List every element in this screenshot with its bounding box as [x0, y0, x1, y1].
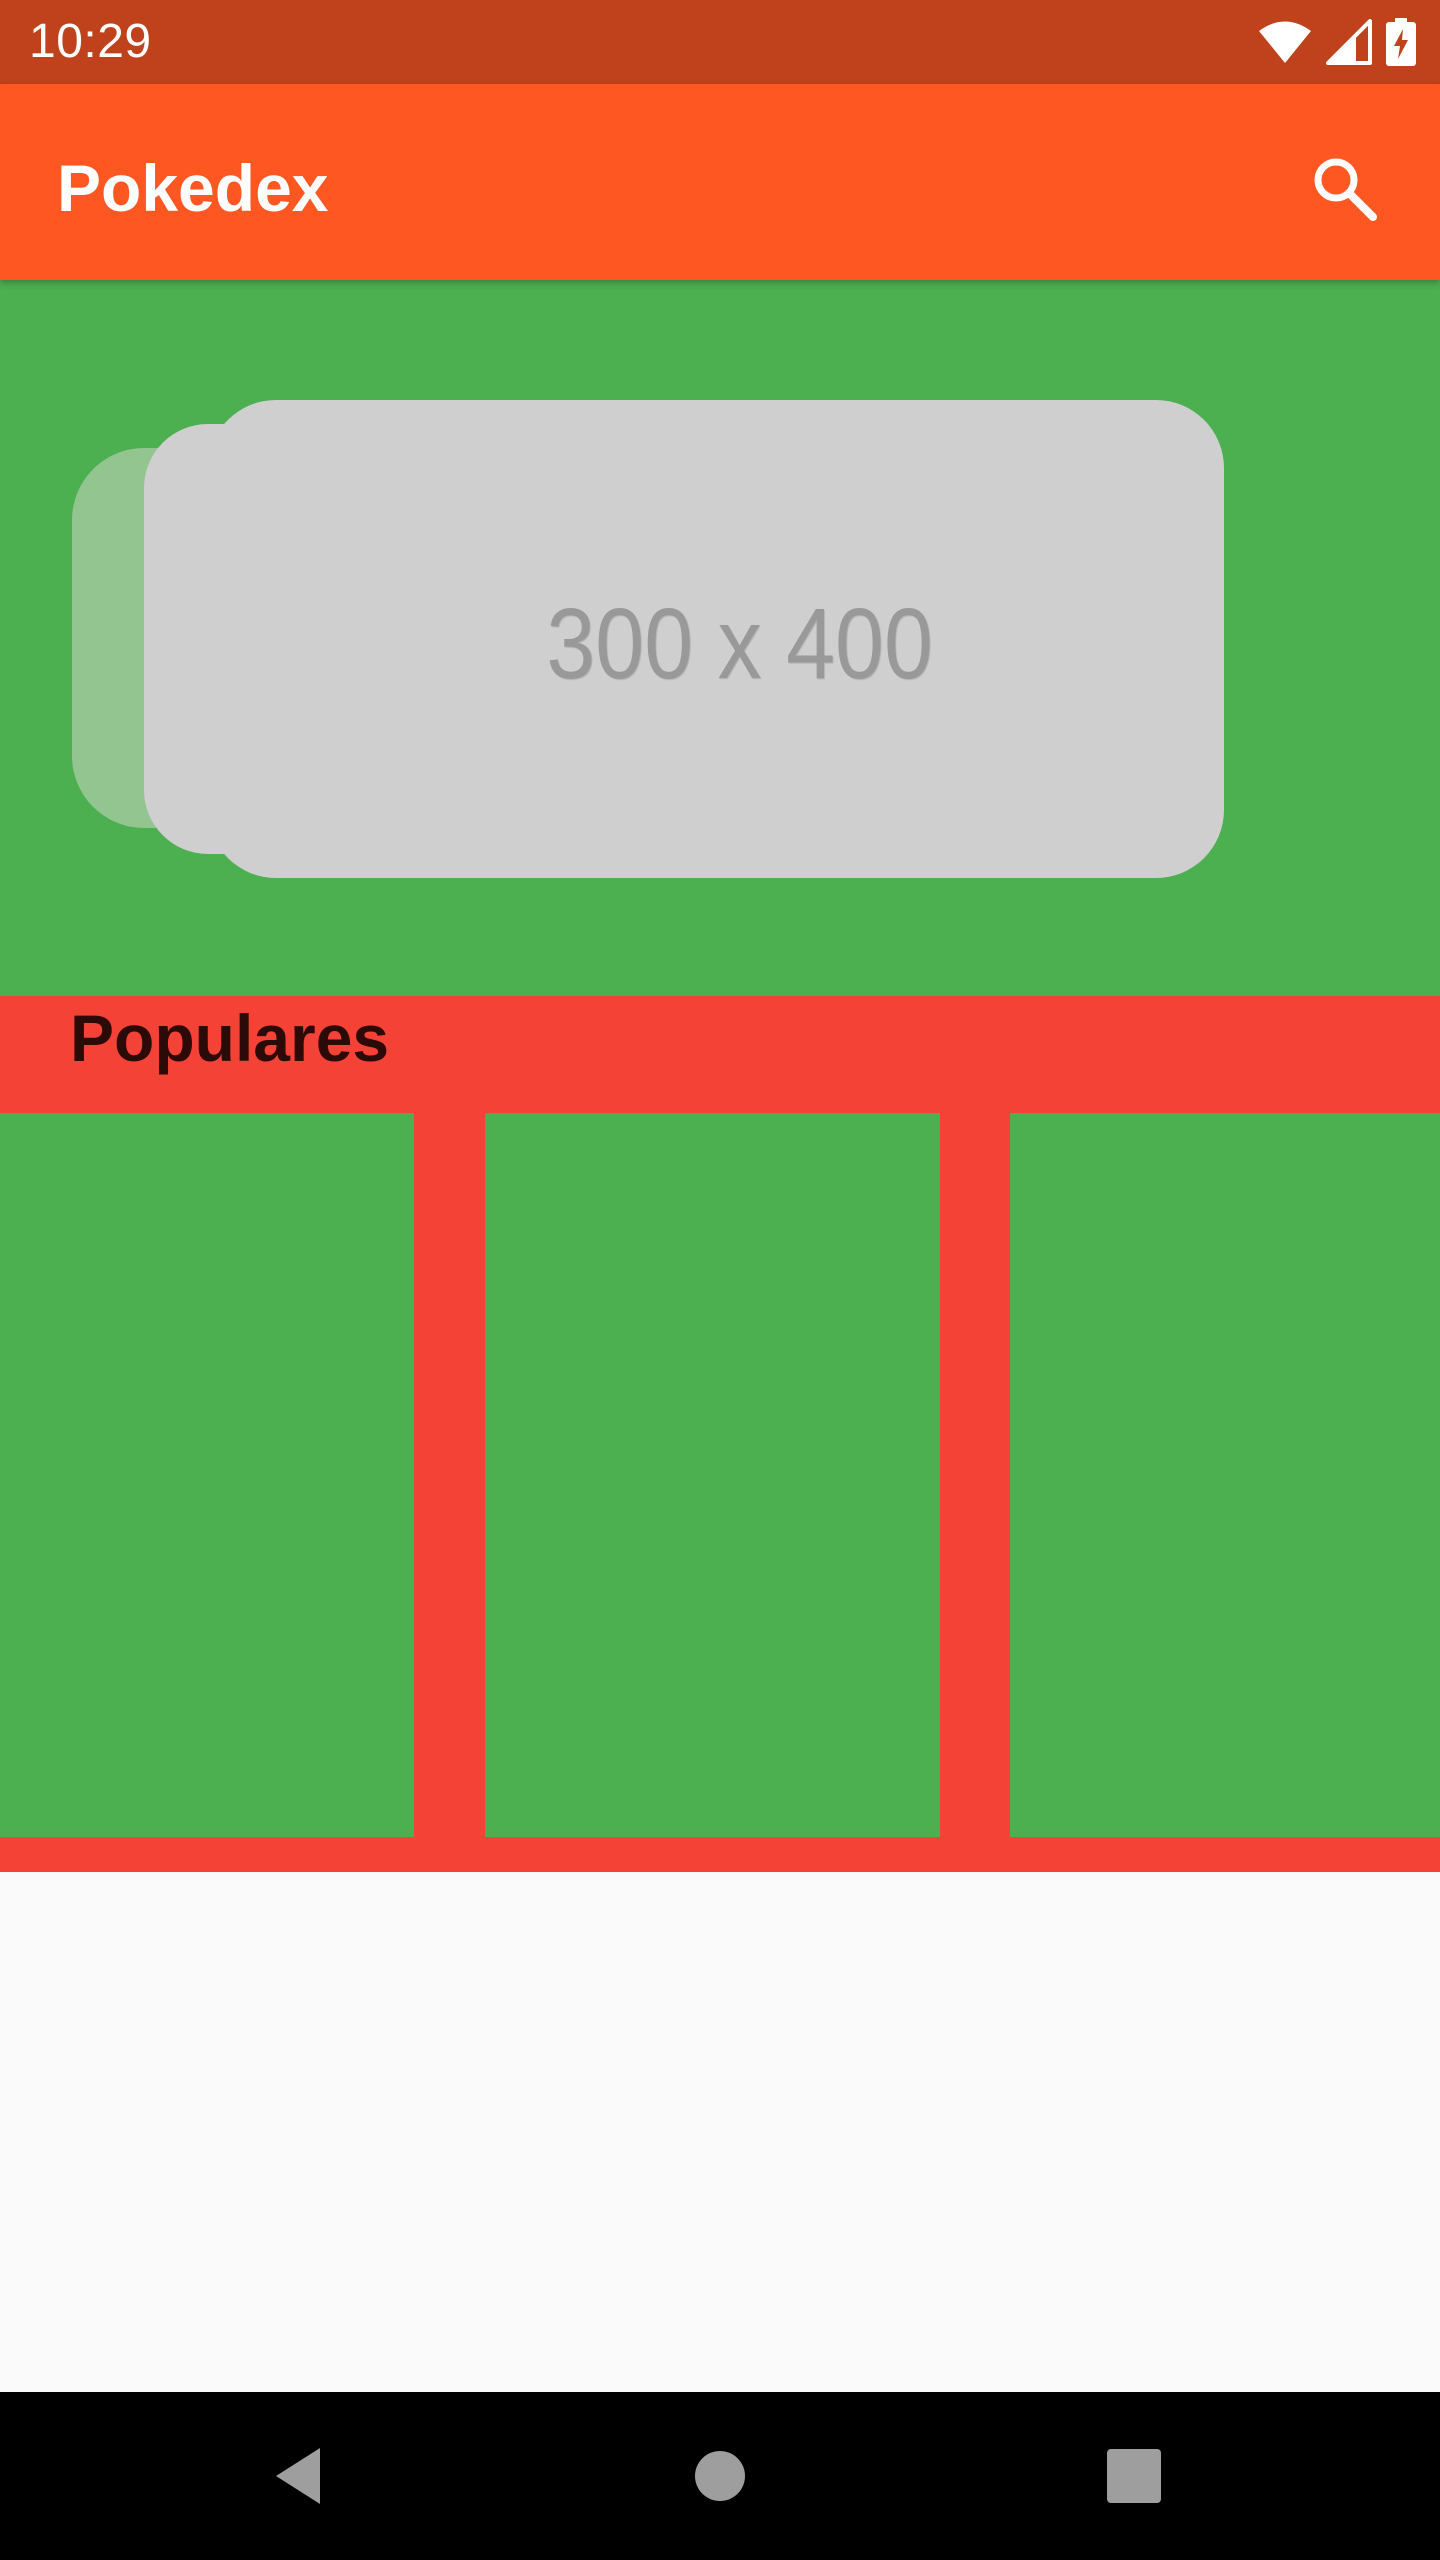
cell-signal-icon	[1326, 19, 1372, 65]
app-title: Pokedex	[57, 151, 329, 225]
popular-item[interactable]	[485, 1113, 940, 1837]
placeholder-image-label: 300 x 400	[546, 587, 934, 700]
battery-charging-icon	[1386, 18, 1416, 66]
wifi-icon	[1259, 21, 1311, 63]
recents-button[interactable]	[1074, 2416, 1194, 2536]
popular-item[interactable]	[0, 1113, 414, 1837]
back-icon	[276, 2448, 320, 2504]
home-button[interactable]	[660, 2416, 780, 2536]
home-icon	[695, 2451, 745, 2501]
carousel-card-front[interactable]: 300 x 400	[208, 400, 1224, 878]
status-bar: 10:29	[0, 0, 1440, 84]
popular-item[interactable]	[1010, 1113, 1440, 1837]
status-time: 10:29	[29, 15, 152, 68]
back-button[interactable]	[240, 2416, 360, 2536]
navigation-bar	[0, 2392, 1440, 2560]
featured-carousel[interactable]: 300 x 400	[0, 280, 1440, 996]
app-bar: Pokedex	[0, 84, 1440, 280]
section-title: Populares	[70, 1001, 390, 1075]
search-button[interactable]	[1296, 140, 1392, 236]
search-icon	[1314, 158, 1377, 221]
recents-icon	[1107, 2449, 1161, 2503]
status-icons	[1258, 16, 1416, 68]
populares-section: Populares	[0, 996, 1440, 1872]
